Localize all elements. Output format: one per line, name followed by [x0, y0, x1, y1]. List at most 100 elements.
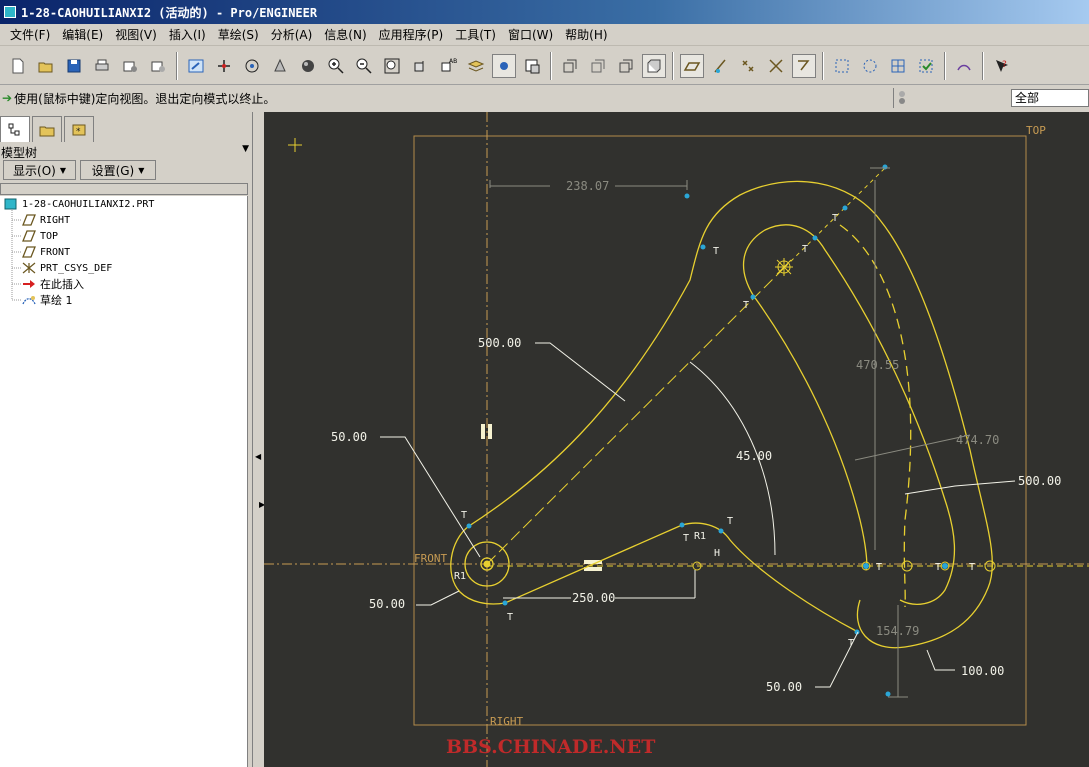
wireframe-icon[interactable]	[558, 54, 582, 78]
redraw-icon[interactable]	[184, 54, 208, 78]
setup-icon[interactable]	[520, 54, 544, 78]
hidden-line-icon[interactable]	[586, 54, 610, 78]
settings-button[interactable]: 设置(G) ▼	[80, 160, 156, 180]
svg-text:?: ?	[1002, 60, 1007, 70]
tree-item-insert-here[interactable]: 在此插入	[22, 276, 84, 292]
menu-bar: 文件(F) 编辑(E) 视图(V) 插入(I) 草绘(S) 分析(A) 信息(N…	[0, 24, 1089, 46]
zoom-out-icon[interactable]	[352, 54, 376, 78]
print-icon[interactable]	[90, 54, 114, 78]
select-icon[interactable]	[830, 54, 854, 78]
tree-item-label: 在此插入	[40, 278, 84, 291]
dim-238[interactable]: 238.07	[566, 179, 609, 193]
refit-icon[interactable]	[380, 54, 404, 78]
menu-sketch[interactable]: 草绘(S)	[212, 26, 265, 43]
grid-icon[interactable]	[886, 54, 910, 78]
csys-icon[interactable]	[764, 54, 788, 78]
annotation-icon[interactable]	[792, 53, 816, 78]
saved-views-icon[interactable]: AB	[436, 54, 460, 78]
dropdown-arrow-icon: ▼	[59, 165, 66, 175]
help-icon[interactable]: ?	[990, 54, 1014, 78]
watermark: BBS.CHINADE.NET	[446, 736, 655, 758]
sketch-point	[502, 600, 508, 606]
show-button[interactable]: 显示(O) ▼	[3, 160, 76, 180]
sketch-canvas[interactable]: TOP FRONT RIGHT 238.07 500.00 50.00 45.0…	[264, 112, 1089, 767]
constraint-tangent: T	[832, 213, 838, 224]
dim-250[interactable]: 250.00	[572, 591, 615, 605]
menu-edit[interactable]: 编辑(E)	[56, 26, 109, 43]
collapse-arrow-icon[interactable]: ▼	[242, 144, 249, 154]
menu-insert[interactable]: 插入(I)	[163, 26, 212, 43]
datum-label-front: FRONT	[414, 552, 447, 565]
filter-value: 全部	[1015, 91, 1040, 105]
dim-470[interactable]: 470.55	[856, 358, 899, 372]
constraint-equal-radius: R1	[454, 571, 466, 582]
send-icon[interactable]	[118, 54, 142, 78]
menu-window[interactable]: 窗口(W)	[502, 26, 559, 43]
tab-folder-browser[interactable]	[32, 116, 62, 142]
tree-column-header	[0, 183, 248, 195]
panel-splitter[interactable]: ◀ ▶	[252, 112, 265, 767]
dim-154[interactable]: 154.79	[876, 624, 919, 638]
zoom-in-icon[interactable]	[324, 54, 348, 78]
orient-mode-icon[interactable]	[240, 54, 264, 78]
reorient-icon[interactable]	[408, 54, 432, 78]
datum-axes-icon[interactable]	[708, 54, 732, 78]
dim-100[interactable]: 100.00	[961, 664, 1004, 678]
dim-500-left[interactable]: 500.00	[478, 336, 521, 350]
dim-50-lower[interactable]: 50.00	[369, 597, 405, 611]
vertex-markers	[483, 258, 996, 572]
menu-analysis[interactable]: 分析(A)	[265, 26, 319, 43]
sketch-point	[684, 193, 690, 199]
constraint-horizontal: H	[714, 548, 720, 559]
collapse-left-icon[interactable]: ◀	[255, 452, 261, 461]
sketch-point	[842, 205, 848, 211]
menu-tools[interactable]: 工具(T)	[449, 26, 502, 43]
layers-icon[interactable]	[464, 54, 488, 78]
email-icon[interactable]	[146, 54, 170, 78]
crosshair-icon	[288, 138, 302, 152]
menu-help[interactable]: 帮助(H)	[559, 26, 613, 43]
box-select-icon[interactable]	[858, 54, 882, 78]
tree-item-label: FRONT	[40, 246, 71, 258]
verify-icon[interactable]	[914, 54, 938, 78]
menu-info[interactable]: 信息(N)	[318, 26, 372, 43]
tree-item-label: 草绘 1	[40, 294, 73, 307]
datum-planes-icon[interactable]	[680, 53, 704, 78]
model-tree-title: 模型树	[1, 146, 38, 160]
dim-50-upper[interactable]: 50.00	[331, 430, 367, 444]
menu-file[interactable]: 文件(F)	[4, 26, 56, 43]
model-display-icon[interactable]	[492, 53, 516, 78]
dim-45[interactable]: 45.00	[736, 449, 772, 463]
open-icon[interactable]	[34, 54, 58, 78]
menu-view[interactable]: 视图(V)	[109, 26, 163, 43]
toolbar-separator	[176, 51, 178, 80]
datum-points-icon[interactable]	[736, 54, 760, 78]
tree-connector-lines	[11, 210, 22, 301]
save-icon[interactable]	[62, 54, 86, 78]
toolbar: AB ?	[0, 47, 1089, 85]
sketch-tool-icon[interactable]	[952, 54, 976, 78]
orient-mark-icon	[488, 424, 492, 439]
dim-474[interactable]: 474.70	[956, 433, 999, 447]
sketch-point	[679, 522, 685, 528]
graphics-window[interactable]: TOP FRONT RIGHT 238.07 500.00 50.00 45.0…	[264, 112, 1089, 767]
constraint-tangent: T	[727, 516, 733, 527]
tree-item-label: TOP	[40, 230, 59, 242]
tree-item-label: RIGHT	[40, 214, 71, 226]
menu-applications[interactable]: 应用程序(P)	[373, 26, 450, 43]
sphere-icon[interactable]	[296, 54, 320, 78]
no-hidden-icon[interactable]	[614, 54, 638, 78]
spin-center-icon[interactable]	[212, 54, 236, 78]
selection-filter-select[interactable]: 全部	[1011, 89, 1089, 107]
dim-500-right[interactable]: 500.00	[1018, 474, 1061, 488]
message-text: 使用(鼠标中键)定向视图。退出定向模式以终止。	[14, 91, 276, 106]
shade-icon[interactable]	[268, 54, 292, 78]
tab-favorites[interactable]: *	[64, 116, 94, 142]
tree-item-csys[interactable]: PRT_CSYS_DEF	[22, 260, 112, 276]
model-tree-icon	[8, 123, 20, 135]
tab-model-tree[interactable]	[0, 116, 30, 142]
new-icon[interactable]	[6, 54, 30, 78]
shading-icon[interactable]	[642, 53, 666, 78]
dim-50-bottom[interactable]: 50.00	[766, 680, 802, 694]
constraint-tangent: T	[848, 638, 854, 649]
